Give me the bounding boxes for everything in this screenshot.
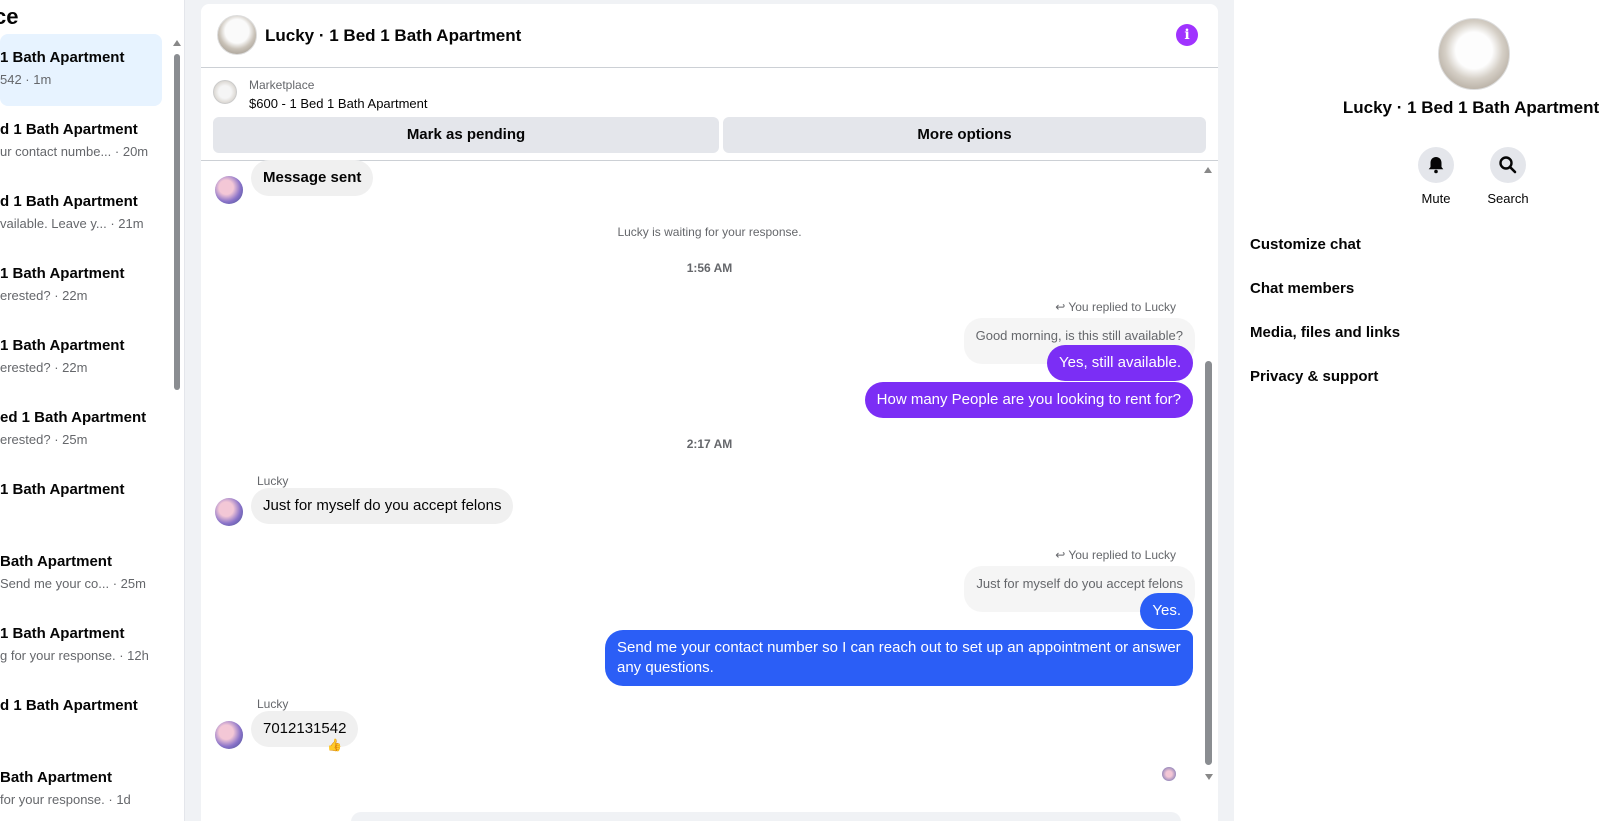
conversation-item[interactable]: 1 Bath Apartment 542 · 1m: [0, 34, 162, 106]
sender-avatar: [215, 176, 243, 204]
profile-avatar[interactable]: [1438, 18, 1510, 90]
sender-name: Lucky: [257, 697, 289, 711]
chat-header: Lucky · 1 Bed 1 Bath Apartment i: [201, 4, 1218, 68]
conversation-title: 1 Bath Apartment: [0, 481, 125, 498]
message-bubble: Yes, still available.: [1046, 345, 1193, 381]
conversation-item[interactable]: ed 1 Bath Apartment erested? · 25m: [0, 394, 162, 466]
conversation-snippet: ur contact numbe... · 20m: [0, 144, 149, 159]
search-label: Search: [1487, 191, 1529, 206]
scroll-up-icon[interactable]: [1204, 167, 1212, 173]
conversation-title: Bath Apartment: [0, 553, 112, 570]
conversation-item[interactable]: d 1 Bath Apartment: [0, 682, 162, 754]
more-options-button[interactable]: More options: [723, 117, 1206, 153]
conversation-snippet: erested? · 22m: [0, 360, 88, 375]
marketplace-listing[interactable]: Marketplace $600 - 1 Bed 1 Bath Apartmen…: [201, 68, 1218, 114]
menu-chat-members[interactable]: Chat members: [1250, 280, 1354, 297]
message-bubble: Message sent: [251, 160, 374, 196]
listing-actions: Mark as pending More options: [201, 114, 1218, 158]
conversation-title: Bath Apartment: [0, 769, 112, 786]
conversation-snippet: erested? · 22m: [0, 288, 88, 303]
info-panel: Lucky · 1 Bed 1 Bath Apartment Mute Sear…: [1234, 0, 1617, 821]
conversation-item[interactable]: Bath Apartment for your response. · 1d: [0, 754, 162, 821]
sender-avatar: [215, 498, 243, 526]
conversation-item[interactable]: 1 Bath Apartment erested? · 22m: [0, 250, 162, 322]
conversation-title: d 1 Bath Apartment: [0, 121, 138, 138]
reply-icon: ↩: [1055, 300, 1069, 314]
listing-title: $600 - 1 Bed 1 Bath Apartment: [249, 96, 428, 111]
conversation-item[interactable]: 1 Bath Apartment g for your response. · …: [0, 610, 162, 682]
conversation-snippet: 542 · 1m: [0, 72, 52, 87]
conversation-snippet: Send me your co... · 25m: [0, 576, 146, 591]
scrollbar-thumb[interactable]: [174, 54, 180, 390]
message-bubble: Yes.: [1140, 593, 1193, 629]
conversation-title: 1 Bath Apartment: [0, 49, 125, 66]
sidebar-title: ce: [0, 4, 19, 29]
conversation-title: 1 Bath Apartment: [0, 625, 125, 642]
reply-label: You replied to Lucky: [1068, 300, 1176, 314]
sender-name: Lucky: [257, 474, 289, 488]
conversation-item[interactable]: d 1 Bath Apartment ur contact numbe... ·…: [0, 106, 162, 178]
message-bubble: Just for myself do you accept felons: [251, 488, 514, 524]
reply-indicator: ↩ You replied to Lucky: [1055, 300, 1176, 314]
search-button[interactable]: Search: [1478, 147, 1538, 206]
info-icon[interactable]: i: [1176, 24, 1198, 46]
conversation-item[interactable]: Bath Apartment Send me your co... · 25m: [0, 538, 162, 610]
scroll-down-icon[interactable]: [1205, 774, 1213, 780]
conversation-snippet: for your response. · 1d: [0, 792, 131, 807]
conversation-item[interactable]: d 1 Bath Apartment vailable. Leave y... …: [0, 178, 162, 250]
mute-button[interactable]: Mute: [1406, 147, 1466, 206]
chat-avatar[interactable]: [217, 15, 257, 55]
waiting-note: Lucky is waiting for your response.: [617, 225, 802, 239]
conversation-snippet: erested? · 25m: [0, 432, 88, 447]
conversation-item[interactable]: 1 Bath Apartment erested? · 22m: [0, 322, 162, 394]
conversation-snippet: g for your response. · 12h: [0, 648, 149, 663]
chat-panel: Lucky · 1 Bed 1 Bath Apartment i Marketp…: [201, 4, 1218, 821]
conversation-title: d 1 Bath Apartment: [0, 697, 138, 714]
conversation-title: 1 Bath Apartment: [0, 265, 125, 282]
message-bubble: 7012131542: [251, 711, 359, 747]
scrollbar-thumb[interactable]: [1205, 361, 1212, 765]
conversation-list: 1 Bath Apartment 542 · 1m d 1 Bath Apart…: [0, 34, 172, 821]
conversation-title: ed 1 Bath Apartment: [0, 409, 147, 426]
mark-as-pending-button[interactable]: Mark as pending: [213, 117, 719, 153]
message-thread: Message sent Lucky is waiting for your r…: [201, 160, 1218, 821]
conversation-title: d 1 Bath Apartment: [0, 193, 138, 210]
sidebar-scrollbar[interactable]: [173, 40, 181, 821]
info-title: Lucky · 1 Bed 1 Bath Apartment: [1342, 98, 1600, 117]
conversation-item[interactable]: 1 Bath Apartment: [0, 466, 162, 538]
menu-media-files-links[interactable]: Media, files and links: [1250, 324, 1400, 341]
reply-icon: ↩: [1055, 548, 1069, 562]
menu-privacy-support[interactable]: Privacy & support: [1250, 368, 1378, 385]
conversation-snippet: vailable. Leave y... · 21m: [0, 216, 144, 231]
message-bubble: How many People are you looking to rent …: [864, 382, 1193, 418]
thumbs-up-icon[interactable]: 👍: [327, 738, 342, 752]
seen-avatar: [1162, 767, 1176, 781]
bell-icon[interactable]: [1418, 147, 1454, 183]
sender-avatar: [215, 721, 243, 749]
scroll-up-icon[interactable]: [173, 40, 181, 46]
reply-label: You replied to Lucky: [1068, 548, 1176, 562]
chat-title[interactable]: Lucky · 1 Bed 1 Bath Apartment: [265, 26, 521, 46]
chat-scrollbar[interactable]: [1204, 167, 1214, 780]
marketplace-label: Marketplace: [249, 78, 315, 92]
mute-label: Mute: [1421, 191, 1451, 206]
listing-thumbnail: [213, 80, 237, 104]
search-icon[interactable]: [1490, 147, 1526, 183]
conversation-title: 1 Bath Apartment: [0, 337, 125, 354]
timestamp: 1:56 AM: [686, 261, 733, 275]
timestamp: 2:17 AM: [686, 437, 733, 451]
message-bubble: Send me your contact number so I can rea…: [605, 630, 1193, 686]
message-input[interactable]: [351, 812, 1181, 821]
menu-customize-chat[interactable]: Customize chat: [1250, 236, 1361, 253]
reply-indicator: ↩ You replied to Lucky: [1055, 548, 1176, 562]
conversation-sidebar: ce 1 Bath Apartment 542 · 1m d 1 Bath Ap…: [0, 0, 185, 821]
